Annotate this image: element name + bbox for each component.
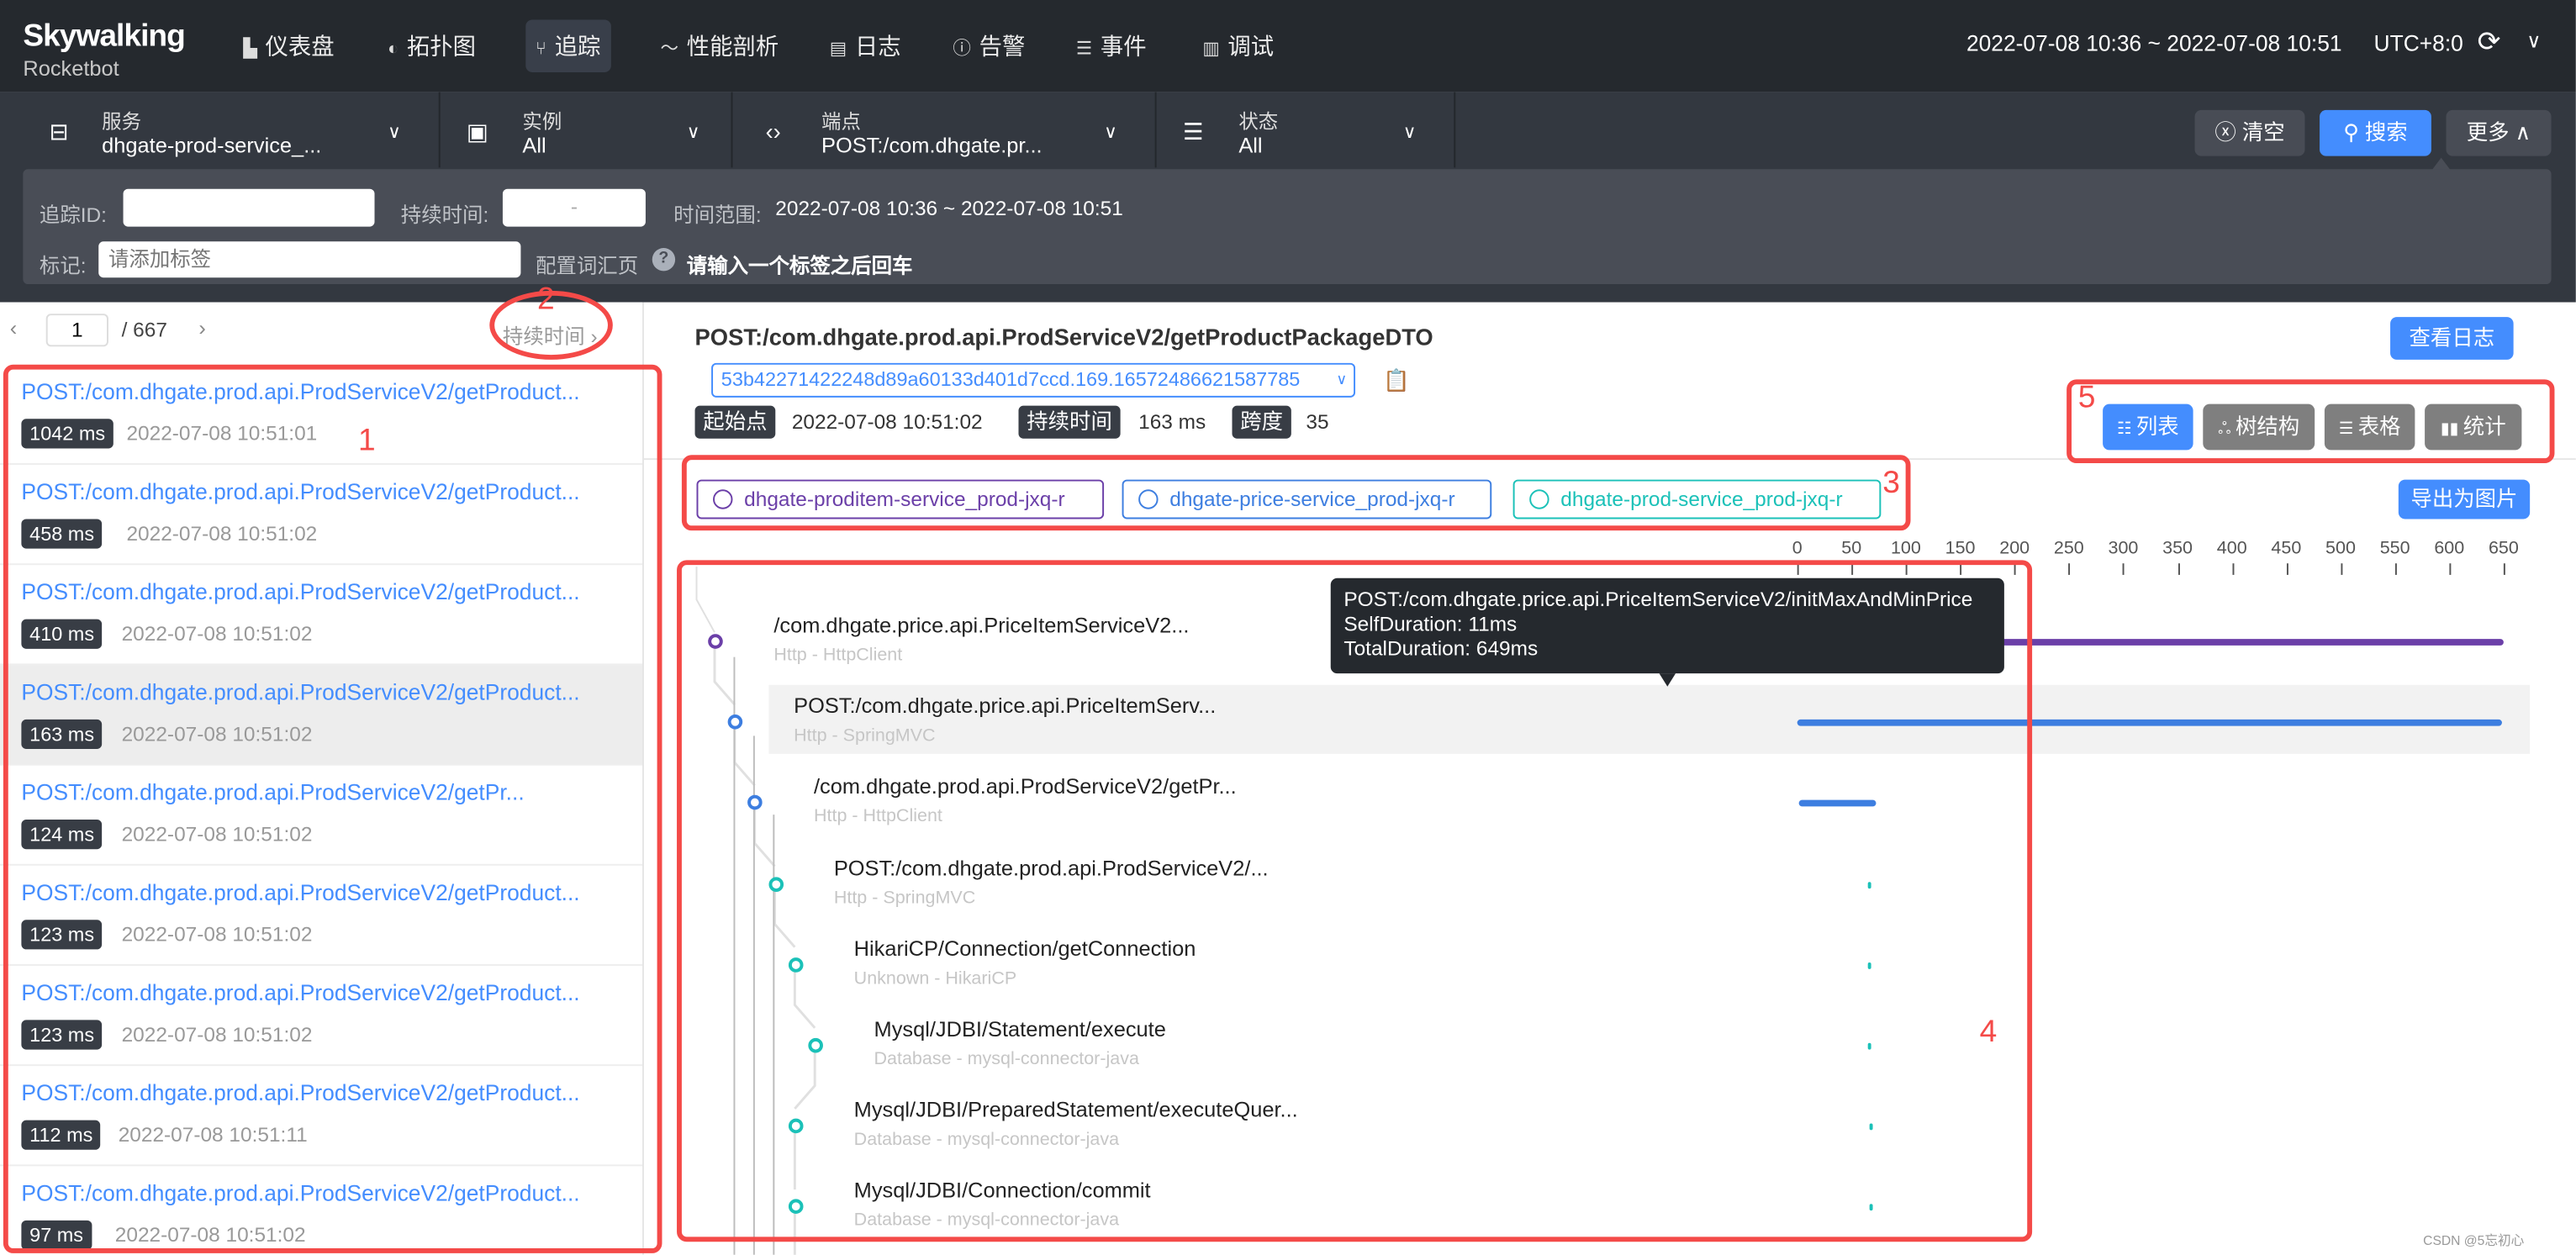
annotation-label-2: 2 [536, 282, 555, 318]
annotation-label-4: 4 [1979, 1015, 1998, 1050]
annotation-box-5 [2067, 379, 2555, 464]
annotation-label-3: 3 [1882, 466, 1900, 501]
annotation-label-1: 1 [357, 424, 376, 459]
watermark: CSDN @5忘初心 [2423, 1233, 2525, 1249]
annotation-box-4 [677, 560, 2033, 1242]
annotation-box-1 [3, 364, 662, 1253]
annotation-label-5: 5 [2077, 381, 2096, 416]
annotation-box-3 [681, 455, 1911, 531]
